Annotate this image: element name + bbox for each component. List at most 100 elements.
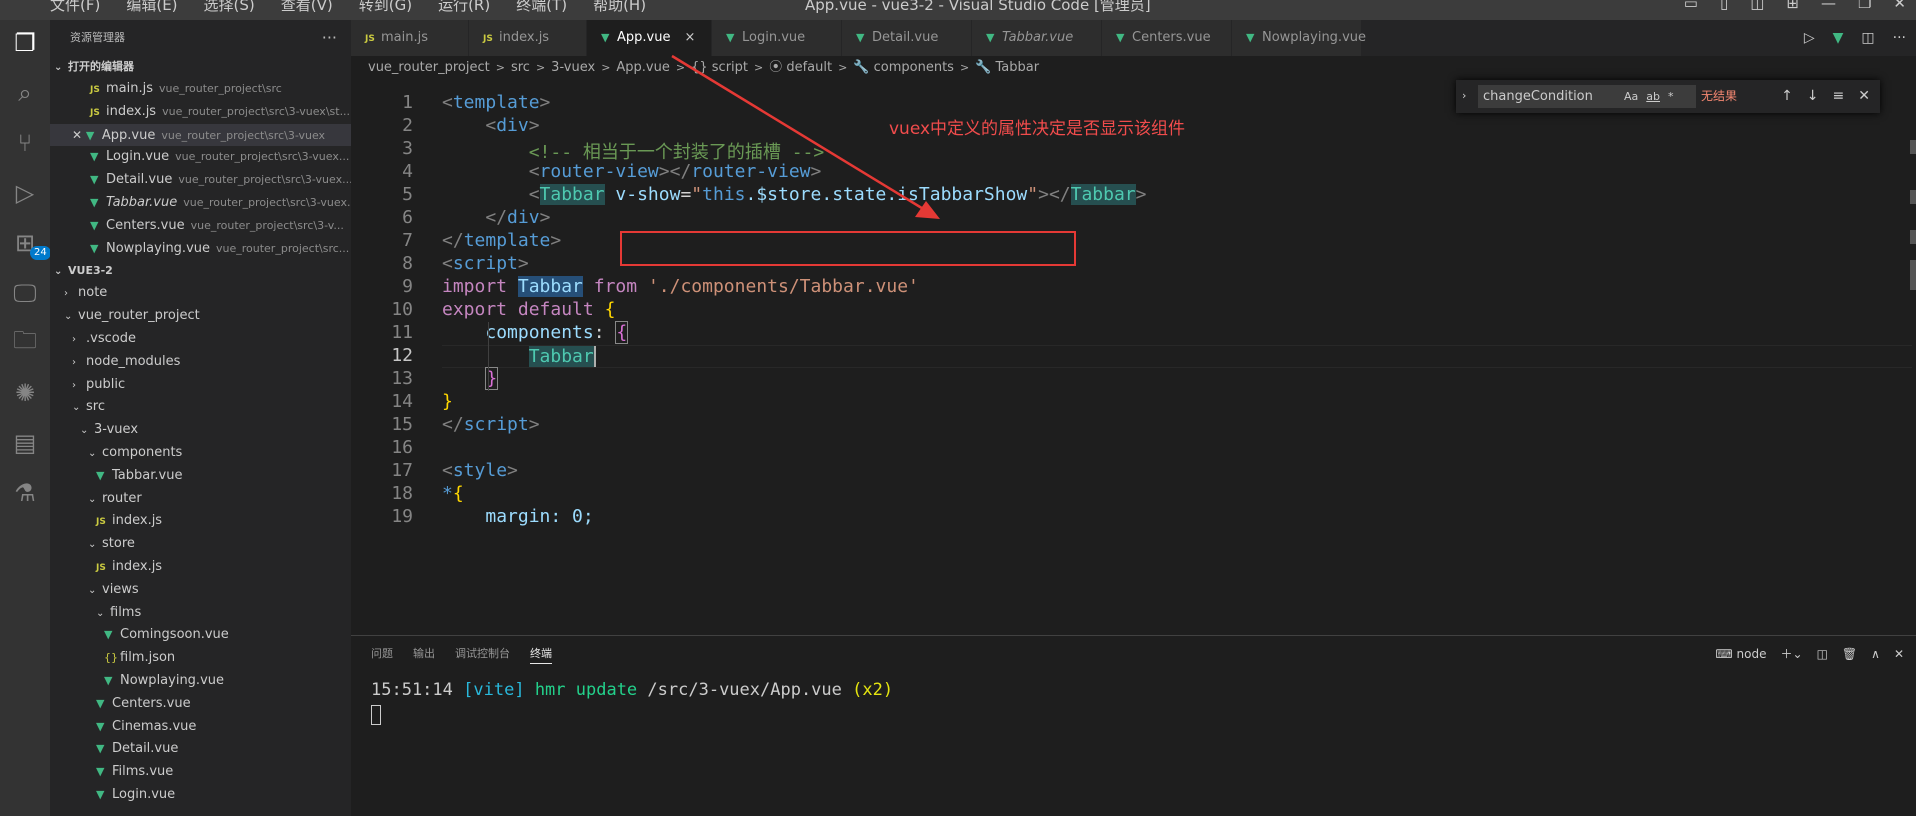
tree-item[interactable]: ▼ Tabbar.vue (50, 465, 351, 488)
tab-problems[interactable]: 问题 (371, 636, 393, 672)
tree-item[interactable]: ▼ Films.vue (50, 761, 351, 784)
open-editor-item[interactable]: ✕ ▼ App.vue vue_router_project\src\3-vuex (50, 123, 351, 147)
tab-index-js[interactable]: JS index.js (469, 20, 587, 56)
tab-tabbar-vue[interactable]: ▼ Tabbar.vue (972, 20, 1102, 56)
code-editor[interactable]: 1 2 3 4 5 6 7 8 9 10 11 12 13 14 15 16 17 18 19 <template>… (351, 80, 1916, 635)
tab-app-vue[interactable]: ▼ App.vue × (587, 20, 712, 56)
open-editor-item[interactable]: JS main.js vue_router_project\src (50, 78, 351, 101)
open-editor-item[interactable]: ▼ Login.vue vue_router_project\src\3-vuex.… (50, 146, 351, 169)
scrollbar[interactable] (1908, 80, 1916, 380)
menu-view[interactable]: 查看(V) (281, 0, 333, 15)
openai-icon[interactable]: ✺ (8, 376, 42, 410)
layout-panel-icon[interactable]: ▯ (1720, 0, 1728, 12)
menu-selection[interactable]: 选择(S) (204, 0, 255, 15)
tree-item[interactable]: ⌄ 3-vuex (50, 419, 351, 442)
workspace-section[interactable]: ⌄ VUE3-2 (50, 260, 351, 282)
breadcrumb-item[interactable]: {} script (691, 60, 748, 75)
menu-file[interactable]: 文件(F) (50, 0, 100, 15)
previous-match-icon[interactable]: ↑ (1781, 85, 1793, 108)
layout-icon[interactable]: ▭ (1684, 0, 1698, 12)
open-editors-section[interactable]: ⌄ 打开的编辑器 (50, 56, 351, 78)
extensions-icon[interactable]: ⊞ 24 (8, 226, 51, 260)
match-word-icon[interactable]: ab (1646, 85, 1660, 108)
tree-item[interactable]: › node_modules (50, 351, 351, 374)
tree-item[interactable]: ▼ Login.vue (50, 784, 351, 807)
terminal-output[interactable]: 15:51:14 [vite] hmr update /src/3-vuex/A… (371, 680, 893, 700)
close-editor-icon[interactable]: ✕ (72, 128, 86, 142)
menu-run[interactable]: 运行(R) (438, 0, 490, 15)
tree-item[interactable]: ⌄ films (50, 602, 351, 625)
tab-output[interactable]: 输出 (413, 636, 435, 672)
tree-item[interactable]: JS index.js (50, 510, 351, 533)
tree-item[interactable]: › .vscode (50, 328, 351, 351)
close-tab-icon[interactable]: × (684, 30, 695, 45)
tab-nowplaying-vue[interactable]: ▼ Nowplaying.vue (1232, 20, 1366, 56)
customize-layout-icon[interactable]: ⊞ (1786, 0, 1799, 12)
open-editor-item[interactable]: ▼ Nowplaying.vue vue_router_project\src... (50, 238, 351, 261)
menu-terminal[interactable]: 终端(T) (516, 0, 567, 15)
tree-item[interactable]: ▼ Centers.vue (50, 693, 351, 716)
run-icon[interactable]: ▷ (1804, 20, 1815, 56)
next-match-icon[interactable]: ↓ (1807, 85, 1819, 108)
close-find-icon[interactable]: ✕ (1858, 85, 1870, 108)
tab-debug-console[interactable]: 调试控制台 (455, 636, 510, 672)
vue-icon[interactable]: ▼ (1833, 20, 1844, 56)
tree-item[interactable]: ▼ Comingsoon.vue (50, 624, 351, 647)
terminal-shell-selector[interactable]: ⌨ node (1715, 636, 1766, 672)
open-editor-item[interactable]: ▼ Centers.vue vue_router_project\src\3-v..… (50, 215, 351, 238)
menu-goto[interactable]: 转到(G) (359, 0, 412, 15)
tree-item[interactable]: ⌄ views (50, 579, 351, 602)
split-editor-icon[interactable]: ◫ (1861, 20, 1874, 56)
breadcrumb-item[interactable]: 3-vuex (551, 60, 595, 75)
remote-explorer-icon[interactable]: 🖵 (8, 276, 42, 310)
breadcrumb-item[interactable]: App.vue (616, 60, 669, 75)
maximize-panel-icon[interactable]: ∧ (1871, 636, 1880, 672)
open-editor-item[interactable]: ▼ Tabbar.vue vue_router_project\src\3-vuex… (50, 192, 351, 215)
breadcrumb-item[interactable]: src (511, 60, 530, 75)
layout-split-icon[interactable]: ◫ (1750, 0, 1764, 12)
tab-detail-vue[interactable]: ▼ Detail.vue (842, 20, 972, 56)
tree-item[interactable]: ⌄ components (50, 442, 351, 465)
kill-terminal-icon[interactable]: 🗑 (1842, 636, 1857, 672)
open-editor-item[interactable]: ▼ Detail.vue vue_router_project\src\3-vuex… (50, 169, 351, 192)
tree-item[interactable]: ⌄ store (50, 533, 351, 556)
tab-centers-vue[interactable]: ▼ Centers.vue (1102, 20, 1232, 56)
tree-item[interactable]: ⌄ vue_router_project (50, 305, 351, 328)
more-actions-icon[interactable]: ··· (322, 20, 337, 56)
maximize-button[interactable]: ❐ (1858, 0, 1871, 12)
folder-icon[interactable]: 🗀 (8, 326, 42, 360)
tree-item[interactable]: › note (50, 282, 351, 305)
source-control-icon[interactable]: ⑂ (8, 126, 42, 160)
tree-item[interactable]: ▼ Nowplaying.vue (50, 670, 351, 693)
regex-icon[interactable]: * (1668, 85, 1674, 108)
new-terminal-icon[interactable]: ＋⌄ (1781, 636, 1803, 672)
tree-item[interactable]: ⌄ router (50, 488, 351, 511)
find-in-selection-icon[interactable]: ≡ (1833, 85, 1845, 108)
open-editor-item[interactable]: JS index.js vue_router_project\src\3-vuex\… (50, 101, 351, 124)
breadcrumb-item[interactable]: 🔧 Tabbar (975, 60, 1039, 75)
tab-login-vue[interactable]: ▼ Login.vue (712, 20, 842, 56)
breadcrumb-item[interactable]: vue_router_project (368, 60, 490, 75)
tree-item[interactable]: ▼ Cinemas.vue (50, 716, 351, 739)
match-case-icon[interactable]: Aa (1624, 85, 1638, 108)
close-panel-icon[interactable]: ✕ (1894, 636, 1904, 672)
toggle-replace-icon[interactable]: › (1462, 89, 1466, 102)
test-flask-icon[interactable]: ⚗ (8, 476, 42, 510)
tree-item[interactable]: ⌄ src (50, 396, 351, 419)
breadcrumb-item[interactable]: ⦿ default (769, 60, 832, 75)
menu-help[interactable]: 帮助(H) (593, 0, 646, 15)
more-icon[interactable]: ··· (1893, 20, 1906, 56)
tab-terminal[interactable]: 终端 (530, 636, 552, 664)
tree-item[interactable]: ▼ Detail.vue (50, 738, 351, 761)
split-terminal-icon[interactable]: ◫ (1817, 636, 1828, 672)
search-icon[interactable]: ⌕ (8, 76, 42, 110)
tree-item[interactable]: › public (50, 374, 351, 397)
tab-main-js[interactable]: JS main.js (351, 20, 469, 56)
explorer-icon[interactable]: ❐ (8, 26, 42, 60)
breadcrumb-item[interactable]: 🔧 components (853, 60, 954, 75)
minimize-button[interactable]: — (1821, 0, 1836, 12)
tree-item[interactable]: {} film.json (50, 647, 351, 670)
list-icon[interactable]: ▤ (8, 426, 42, 460)
close-window-button[interactable]: ✕ (1893, 0, 1906, 12)
run-debug-icon[interactable]: ▷ (8, 176, 42, 210)
